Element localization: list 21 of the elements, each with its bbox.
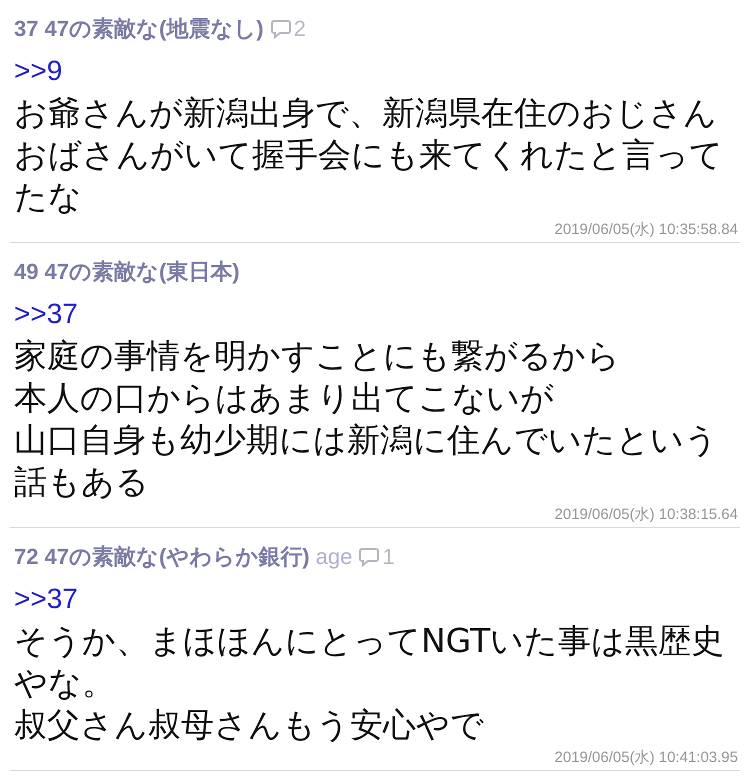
- post-date: 2019/06/05(水) 10:38:15.64: [554, 505, 738, 525]
- post-date: 2019/06/05(水) 10:35:58.84: [554, 220, 738, 240]
- speech-bubble-icon: [358, 546, 380, 568]
- post-text: そうか、まほほんにとってNGTいた事は黒歴史やな。: [14, 620, 726, 704]
- poster-name: 47の素敵な(やわらか銀行): [44, 543, 310, 571]
- post-text: 本人の口からはあまり出てこないが: [14, 377, 554, 419]
- post-date: 2019/06/05(水) 10:41:03.95: [554, 748, 738, 768]
- post-number[interactable]: 37: [14, 16, 38, 42]
- post-number[interactable]: 72: [14, 544, 38, 570]
- poster-name: 47の素敵な(地震なし): [44, 15, 264, 43]
- post-text: お爺さんが新潟出身で、新潟県在住のおじさんおばさんがいて握手会にも来てくれたと言ってたな: [14, 92, 724, 218]
- post-number[interactable]: 49: [14, 259, 38, 285]
- post-text: 叔父さん叔母さんもう安心やで: [14, 704, 484, 746]
- reply-anchor-link[interactable]: >>37: [14, 578, 78, 620]
- post-text: 家庭の事情を明かすことにも繋がるから: [14, 335, 620, 377]
- post-text: 山口自身も幼少期には新潟に住んでいたという話もある: [14, 419, 719, 503]
- poster-mail: age: [316, 544, 352, 570]
- reply-anchor-link[interactable]: >>37: [14, 293, 78, 335]
- speech-bubble-icon: [270, 18, 292, 40]
- poster-name: 47の素敵な(東日本): [44, 258, 240, 286]
- reply-anchor-link[interactable]: >>9: [14, 50, 62, 92]
